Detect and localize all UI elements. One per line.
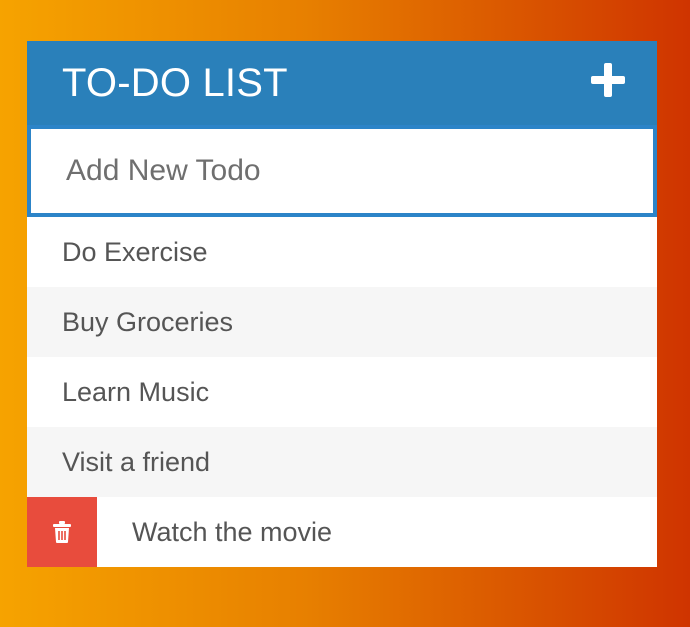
todo-list: Do Exercise Buy Groceries Learn Music Vi… bbox=[27, 217, 657, 567]
todo-item[interactable]: Watch the movie bbox=[27, 497, 657, 567]
todo-item-text: Buy Groceries bbox=[62, 306, 234, 337]
toggle-input-button[interactable] bbox=[590, 62, 626, 98]
todo-item[interactable]: Do Exercise bbox=[27, 217, 657, 287]
new-todo-input-wrapper bbox=[27, 125, 657, 217]
todo-item-text: Do Exercise bbox=[62, 236, 208, 267]
delete-todo-button[interactable] bbox=[27, 497, 97, 567]
todo-card: TO-DO LIST Do Exercise Buy Groceries Lea… bbox=[27, 41, 657, 567]
todo-item-text: Visit a friend bbox=[62, 446, 211, 477]
todo-item[interactable]: Learn Music bbox=[27, 357, 657, 427]
todo-item[interactable]: Visit a friend bbox=[27, 427, 657, 497]
todo-item[interactable]: Buy Groceries bbox=[27, 287, 657, 357]
todo-item-text: Watch the movie bbox=[132, 516, 333, 547]
trash-icon bbox=[53, 521, 71, 543]
todo-header: TO-DO LIST bbox=[27, 41, 657, 125]
new-todo-input[interactable] bbox=[31, 129, 653, 213]
todo-item-text: Learn Music bbox=[62, 376, 210, 407]
page-title: TO-DO LIST bbox=[62, 60, 288, 105]
plus-icon bbox=[591, 63, 625, 97]
